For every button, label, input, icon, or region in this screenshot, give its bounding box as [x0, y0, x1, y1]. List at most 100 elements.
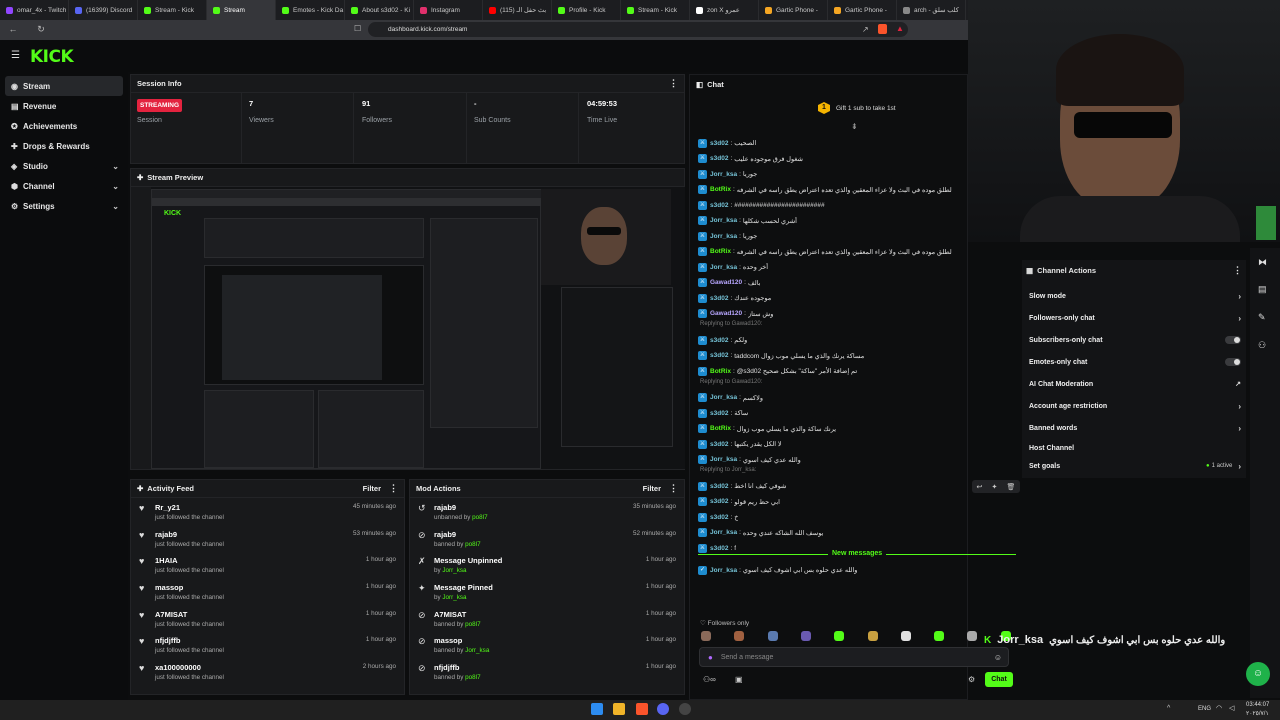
- chat-username[interactable]: Jorr_ksa: [710, 394, 737, 401]
- chat-message[interactable]: ⚔ s3d02: شوفي كيف انا اخط: [698, 480, 786, 492]
- mod-action-target[interactable]: massop: [434, 636, 489, 645]
- channel-action-subscribers-only-chat[interactable]: Subscribers-only chat: [1029, 333, 1241, 347]
- chat-username[interactable]: BotRix: [710, 186, 731, 193]
- chat-message[interactable]: ⚔ Gawad120: بالف: [698, 277, 760, 289]
- sidebar-item-channel[interactable]: ⬢ Channel ⌄: [5, 176, 123, 196]
- emote-icon[interactable]: [834, 631, 845, 641]
- obs-icon[interactable]: [679, 703, 691, 715]
- url-field[interactable]: dashboard.kick.com/stream: [368, 22, 908, 37]
- chat-username[interactable]: s3d02: [710, 545, 728, 552]
- mod-action-target[interactable]: Message Pinned: [434, 583, 493, 592]
- filter-button[interactable]: Filter: [643, 484, 661, 493]
- mod-action-target[interactable]: A7MISAT: [434, 610, 481, 619]
- channel-action-followers-only-chat[interactable]: Followers-only chat ›: [1029, 311, 1241, 325]
- chat-username[interactable]: s3d02: [710, 410, 728, 417]
- reload-icon[interactable]: ↻: [34, 24, 48, 35]
- chat-username[interactable]: s3d02: [710, 352, 728, 359]
- chat-username[interactable]: s3d02: [710, 498, 728, 505]
- points-icon[interactable]: ⚇∞: [703, 675, 716, 684]
- clock-time[interactable]: 03:44:07: [1246, 702, 1269, 708]
- mod-action-target[interactable]: Message Unpinned: [434, 556, 502, 565]
- chat-message[interactable]: ⚔ s3d02: الصحيب: [698, 137, 756, 149]
- chat-username[interactable]: Jorr_ksa: [710, 264, 737, 271]
- channel-action-emotes-only-chat[interactable]: Emotes-only chat: [1029, 355, 1241, 369]
- browser-tab[interactable]: Emotes - Kick Da: [276, 0, 345, 20]
- chat-message[interactable]: ⚔ Jorr_ksa: جوريا: [698, 168, 757, 180]
- gift-icon[interactable]: ▣: [735, 675, 743, 684]
- chat-message[interactable]: ⚔ s3d02: f: [698, 542, 736, 554]
- chat-message[interactable]: ⚔ Jorr_ksa: أشري لحسب شكلها: [698, 215, 797, 227]
- chat-username[interactable]: BotRix: [710, 425, 731, 432]
- emote-icon[interactable]: [867, 631, 878, 641]
- activity-username[interactable]: 1HAIA: [155, 556, 224, 565]
- chat-message[interactable]: ⚔ s3d02: ولكم: [698, 334, 747, 346]
- chat-message[interactable]: ⚔ Jorr_ksa: يوسف الله الشاكه عندي وحده: [698, 527, 823, 539]
- kick-logo[interactable]: KICK: [30, 47, 74, 67]
- chat-username[interactable]: s3d02: [710, 295, 728, 302]
- delete-icon[interactable]: 🗑: [1007, 483, 1016, 491]
- chat-username[interactable]: Jorr_ksa: [710, 171, 737, 178]
- more-options-icon[interactable]: ⋮: [669, 78, 678, 89]
- emote-icon[interactable]: [800, 631, 811, 641]
- gift-leaderboard[interactable]: 1 Gift 1 sub to take 1st: [818, 102, 896, 114]
- chat-username[interactable]: Jorr_ksa: [710, 529, 737, 536]
- sidebar-item-achievements[interactable]: ✪ Achievements: [5, 116, 123, 136]
- filter-button[interactable]: Filter: [363, 484, 381, 493]
- chat-message[interactable]: ✓ Jorr_ksa: والله عدي حلوه بس ابي اشوف ك…: [698, 564, 857, 576]
- sidebar-item-studio[interactable]: ◈ Studio ⌄: [5, 156, 123, 176]
- chat-message[interactable]: ⚔ s3d02: ساكة: [698, 407, 748, 419]
- sidebar-item-drops-rewards[interactable]: ✚ Drops & Rewards: [5, 136, 123, 156]
- chat-message[interactable]: ⚔ Jorr_ksa: جوريا: [698, 230, 757, 242]
- chat-username[interactable]: Jorr_ksa: [710, 456, 737, 463]
- volume-icon[interactable]: ◁: [1229, 704, 1234, 712]
- browser-tab[interactable]: Profile - Kick: [552, 0, 621, 20]
- activity-username[interactable]: nfjdjffb: [155, 636, 224, 645]
- reply-context[interactable]: Replying to Gawad120:: [700, 321, 762, 327]
- mod-action-moderator[interactable]: po8l7: [465, 674, 480, 681]
- chat-username[interactable]: s3d02: [710, 514, 728, 521]
- channel-action-ai-chat-moderation[interactable]: AI Chat Moderation ↗: [1029, 377, 1241, 391]
- browser-tab[interactable]: About s3d02 - Ki: [345, 0, 414, 20]
- back-icon[interactable]: ←: [6, 24, 20, 34]
- browser-tab[interactable]: omar_4x - Twitch: [0, 0, 69, 20]
- chat-message[interactable]: ⚔ s3d02: شغول فرق موجوده عليب: [698, 153, 803, 165]
- menu-icon[interactable]: ☰: [11, 50, 20, 61]
- channel-action-set-goals[interactable]: Set goals ● 1 active ›: [1029, 459, 1241, 473]
- browser-tab[interactable]: zon X عمرو: [690, 0, 759, 20]
- emote-icon[interactable]: [734, 631, 745, 641]
- mod-action-moderator[interactable]: Jorr_ksa: [442, 567, 466, 574]
- browser-tab[interactable]: Gartic Phone -: [759, 0, 828, 20]
- chat-username[interactable]: Jorr_ksa: [710, 567, 737, 574]
- chat-message[interactable]: ⚔ s3d02: موجوده عندك: [698, 292, 771, 304]
- chat-username[interactable]: BotRix: [710, 368, 731, 375]
- activity-username[interactable]: rajab9: [155, 530, 224, 539]
- browser-tab[interactable]: (16399) Discord: [69, 0, 138, 20]
- channel-action-banned-words[interactable]: Banned words ›: [1029, 421, 1241, 435]
- bookmark-icon[interactable]: ☐: [354, 24, 361, 33]
- chat-message[interactable]: ⚔ BotRix: لطلق موده في البث ولا عزاء المعق…: [698, 184, 952, 196]
- emote-icon[interactable]: [900, 631, 911, 641]
- mod-action-target[interactable]: nfjdjffb: [434, 663, 481, 672]
- channel-action-account-age-restriction[interactable]: Account age restriction ›: [1029, 399, 1241, 413]
- tray-arrow-icon[interactable]: ^: [1167, 705, 1170, 712]
- chat-message[interactable]: ⚔ Gawad120: وش ستاز: [698, 308, 773, 320]
- browser-tab[interactable]: Stream: [207, 0, 276, 20]
- activity-username[interactable]: Rr_y21: [155, 503, 224, 512]
- reply-context[interactable]: Replying to Jorr_ksa:: [700, 467, 756, 473]
- sidebar-item-stream[interactable]: ◉ Stream: [5, 76, 123, 96]
- activity-username[interactable]: massop: [155, 583, 224, 592]
- chat-input[interactable]: ● Send a message ☺: [699, 647, 1009, 667]
- send-chat-button[interactable]: Chat: [985, 672, 1013, 687]
- new-messages-label[interactable]: New messages: [828, 550, 887, 557]
- sidebar-item-revenue[interactable]: ▤ Revenue: [5, 96, 123, 116]
- rail-icon-4[interactable]: ⚇: [1258, 340, 1266, 351]
- more-options-icon[interactable]: ⋮: [1233, 265, 1242, 276]
- settings-icon[interactable]: ⚙: [968, 675, 975, 684]
- emote-icon[interactable]: [701, 631, 711, 641]
- emoji-icon[interactable]: ☺: [994, 653, 1002, 662]
- windows-start-icon[interactable]: [591, 703, 603, 715]
- more-options-icon[interactable]: ⋮: [669, 483, 678, 494]
- activity-username[interactable]: xa100000000: [155, 663, 224, 672]
- chat-username[interactable]: Jorr_ksa: [710, 233, 737, 240]
- chat-username[interactable]: s3d02: [710, 483, 728, 490]
